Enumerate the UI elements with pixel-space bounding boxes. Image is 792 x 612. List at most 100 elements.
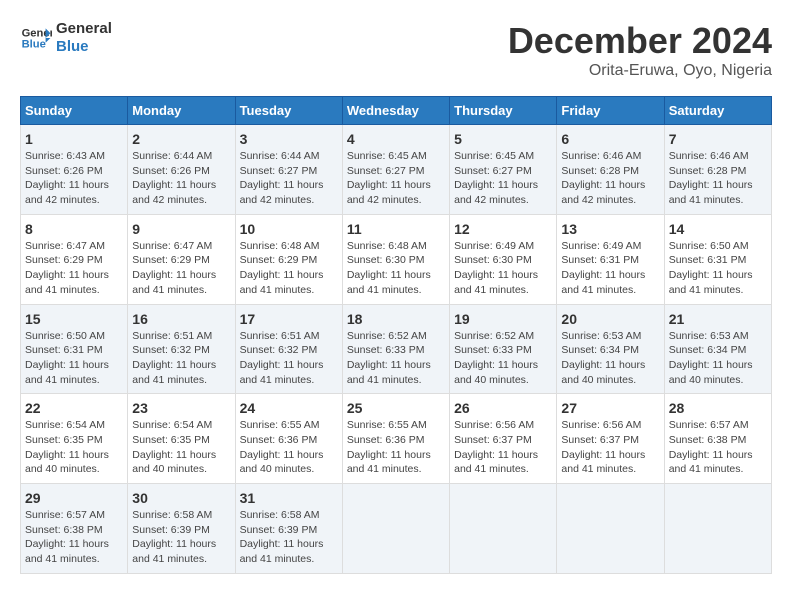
calendar-cell: 30 Sunrise: 6:58 AM Sunset: 6:39 PM Dayli… bbox=[128, 484, 235, 574]
calendar-cell: 12Sunrise: 6:49 AM Sunset: 6:30 PM Dayli… bbox=[450, 214, 557, 304]
day-info: Sunrise: 6:55 AM Sunset: 6:36 PM Dayligh… bbox=[240, 418, 338, 477]
day-number: 19 bbox=[454, 311, 552, 327]
day-number: 16 bbox=[132, 311, 230, 327]
day-info: Sunrise: 6:48 AM Sunset: 6:30 PM Dayligh… bbox=[347, 239, 445, 298]
calendar-cell: 7Sunrise: 6:46 AM Sunset: 6:28 PM Daylig… bbox=[664, 125, 771, 215]
day-info: Sunrise: 6:56 AM Sunset: 6:37 PM Dayligh… bbox=[454, 418, 552, 477]
day-number: 31 bbox=[240, 490, 338, 506]
calendar-cell bbox=[450, 484, 557, 574]
calendar-cell: 18Sunrise: 6:52 AM Sunset: 6:33 PM Dayli… bbox=[342, 304, 449, 394]
title-block: December 2024 Orita-Eruwa, Oyo, Nigeria bbox=[508, 20, 772, 80]
header-row: SundayMondayTuesdayWednesdayThursdayFrid… bbox=[21, 97, 772, 125]
day-number: 7 bbox=[669, 131, 767, 147]
day-info: Sunrise: 6:57 AM Sunset: 6:38 PM Dayligh… bbox=[25, 508, 123, 567]
day-info: Sunrise: 6:53 AM Sunset: 6:34 PM Dayligh… bbox=[561, 329, 659, 388]
calendar-cell: 29 Sunrise: 6:57 AM Sunset: 6:38 PM Dayli… bbox=[21, 484, 128, 574]
day-number: 23 bbox=[132, 400, 230, 416]
calendar-cell: 15 Sunrise: 6:50 AM Sunset: 6:31 PM Dayli… bbox=[21, 304, 128, 394]
svg-text:Blue: Blue bbox=[22, 39, 46, 51]
day-info: Sunrise: 6:51 AM Sunset: 6:32 PM Dayligh… bbox=[240, 329, 338, 388]
logo-line1: General bbox=[56, 20, 112, 38]
calendar-header: SundayMondayTuesdayWednesdayThursdayFrid… bbox=[21, 97, 772, 125]
day-number: 17 bbox=[240, 311, 338, 327]
day-info: Sunrise: 6:57 AM Sunset: 6:38 PM Dayligh… bbox=[669, 418, 767, 477]
day-info: Sunrise: 6:52 AM Sunset: 6:33 PM Dayligh… bbox=[454, 329, 552, 388]
day-number: 30 bbox=[132, 490, 230, 506]
header-cell: Monday bbox=[128, 97, 235, 125]
day-number: 5 bbox=[454, 131, 552, 147]
day-number: 14 bbox=[669, 221, 767, 237]
day-number: 21 bbox=[669, 311, 767, 327]
day-info: Sunrise: 6:48 AM Sunset: 6:29 PM Dayligh… bbox=[240, 239, 338, 298]
page-header: General Blue General Blue December 2024 … bbox=[20, 20, 772, 80]
day-info: Sunrise: 6:50 AM Sunset: 6:31 PM Dayligh… bbox=[25, 329, 123, 388]
day-number: 6 bbox=[561, 131, 659, 147]
day-info: Sunrise: 6:56 AM Sunset: 6:37 PM Dayligh… bbox=[561, 418, 659, 477]
day-number: 13 bbox=[561, 221, 659, 237]
day-info: Sunrise: 6:55 AM Sunset: 6:36 PM Dayligh… bbox=[347, 418, 445, 477]
calendar-cell: 25Sunrise: 6:55 AM Sunset: 6:36 PM Dayli… bbox=[342, 394, 449, 484]
day-info: Sunrise: 6:58 AM Sunset: 6:39 PM Dayligh… bbox=[240, 508, 338, 567]
calendar-week-row: 22 Sunrise: 6:54 AM Sunset: 6:35 PM Dayli… bbox=[21, 394, 772, 484]
calendar-cell: 16 Sunrise: 6:51 AM Sunset: 6:32 PM Dayli… bbox=[128, 304, 235, 394]
month-title: December 2024 bbox=[508, 20, 772, 62]
day-number: 15 bbox=[25, 311, 123, 327]
day-info: Sunrise: 6:45 AM Sunset: 6:27 PM Dayligh… bbox=[454, 149, 552, 208]
day-info: Sunrise: 6:43 AM Sunset: 6:26 PM Dayligh… bbox=[25, 149, 123, 208]
calendar-cell: 21 Sunrise: 6:53 AM Sunset: 6:34 PM Dayli… bbox=[664, 304, 771, 394]
calendar-cell: 20Sunrise: 6:53 AM Sunset: 6:34 PM Dayli… bbox=[557, 304, 664, 394]
calendar-table: SundayMondayTuesdayWednesdayThursdayFrid… bbox=[20, 96, 772, 574]
day-info: Sunrise: 6:54 AM Sunset: 6:35 PM Dayligh… bbox=[25, 418, 123, 477]
day-number: 18 bbox=[347, 311, 445, 327]
day-info: Sunrise: 6:53 AM Sunset: 6:34 PM Dayligh… bbox=[669, 329, 767, 388]
calendar-cell bbox=[664, 484, 771, 574]
day-number: 10 bbox=[240, 221, 338, 237]
day-number: 27 bbox=[561, 400, 659, 416]
day-number: 22 bbox=[25, 400, 123, 416]
day-number: 8 bbox=[25, 221, 123, 237]
calendar-week-row: 15 Sunrise: 6:50 AM Sunset: 6:31 PM Dayli… bbox=[21, 304, 772, 394]
day-info: Sunrise: 6:44 AM Sunset: 6:26 PM Dayligh… bbox=[132, 149, 230, 208]
header-cell: Wednesday bbox=[342, 97, 449, 125]
header-cell: Friday bbox=[557, 97, 664, 125]
calendar-body: 1 Sunrise: 6:43 AM Sunset: 6:26 PM Daylig… bbox=[21, 125, 772, 574]
day-info: Sunrise: 6:50 AM Sunset: 6:31 PM Dayligh… bbox=[669, 239, 767, 298]
day-info: Sunrise: 6:46 AM Sunset: 6:28 PM Dayligh… bbox=[561, 149, 659, 208]
day-number: 2 bbox=[132, 131, 230, 147]
calendar-cell: 11 Sunrise: 6:48 AM Sunset: 6:30 PM Dayli… bbox=[342, 214, 449, 304]
day-info: Sunrise: 6:47 AM Sunset: 6:29 PM Dayligh… bbox=[132, 239, 230, 298]
logo-line2: Blue bbox=[56, 38, 112, 56]
calendar-week-row: 8 Sunrise: 6:47 AM Sunset: 6:29 PM Daylig… bbox=[21, 214, 772, 304]
location: Orita-Eruwa, Oyo, Nigeria bbox=[508, 62, 772, 80]
calendar-cell: 1 Sunrise: 6:43 AM Sunset: 6:26 PM Daylig… bbox=[21, 125, 128, 215]
logo-icon: General Blue bbox=[20, 22, 52, 54]
day-info: Sunrise: 6:49 AM Sunset: 6:30 PM Dayligh… bbox=[454, 239, 552, 298]
calendar-cell: 31 Sunrise: 6:58 AM Sunset: 6:39 PM Dayli… bbox=[235, 484, 342, 574]
day-info: Sunrise: 6:45 AM Sunset: 6:27 PM Dayligh… bbox=[347, 149, 445, 208]
calendar-cell: 23 Sunrise: 6:54 AM Sunset: 6:35 PM Dayli… bbox=[128, 394, 235, 484]
day-number: 29 bbox=[25, 490, 123, 506]
calendar-cell: 27 Sunrise: 6:56 AM Sunset: 6:37 PM Dayli… bbox=[557, 394, 664, 484]
calendar-cell: 2 Sunrise: 6:44 AM Sunset: 6:26 PM Daylig… bbox=[128, 125, 235, 215]
calendar-cell: 5 Sunrise: 6:45 AM Sunset: 6:27 PM Daylig… bbox=[450, 125, 557, 215]
day-info: Sunrise: 6:49 AM Sunset: 6:31 PM Dayligh… bbox=[561, 239, 659, 298]
day-info: Sunrise: 6:44 AM Sunset: 6:27 PM Dayligh… bbox=[240, 149, 338, 208]
day-number: 1 bbox=[25, 131, 123, 147]
day-number: 11 bbox=[347, 221, 445, 237]
day-info: Sunrise: 6:51 AM Sunset: 6:32 PM Dayligh… bbox=[132, 329, 230, 388]
header-cell: Tuesday bbox=[235, 97, 342, 125]
calendar-cell: 26Sunrise: 6:56 AM Sunset: 6:37 PM Dayli… bbox=[450, 394, 557, 484]
day-number: 28 bbox=[669, 400, 767, 416]
header-cell: Sunday bbox=[21, 97, 128, 125]
calendar-cell: 17 Sunrise: 6:51 AM Sunset: 6:32 PM Dayli… bbox=[235, 304, 342, 394]
calendar-cell bbox=[342, 484, 449, 574]
day-info: Sunrise: 6:54 AM Sunset: 6:35 PM Dayligh… bbox=[132, 418, 230, 477]
calendar-cell bbox=[557, 484, 664, 574]
header-cell: Thursday bbox=[450, 97, 557, 125]
calendar-cell: 8 Sunrise: 6:47 AM Sunset: 6:29 PM Daylig… bbox=[21, 214, 128, 304]
calendar-cell: 9Sunrise: 6:47 AM Sunset: 6:29 PM Daylig… bbox=[128, 214, 235, 304]
day-info: Sunrise: 6:47 AM Sunset: 6:29 PM Dayligh… bbox=[25, 239, 123, 298]
day-info: Sunrise: 6:58 AM Sunset: 6:39 PM Dayligh… bbox=[132, 508, 230, 567]
calendar-cell: 24Sunrise: 6:55 AM Sunset: 6:36 PM Dayli… bbox=[235, 394, 342, 484]
calendar-cell: 19 Sunrise: 6:52 AM Sunset: 6:33 PM Dayli… bbox=[450, 304, 557, 394]
